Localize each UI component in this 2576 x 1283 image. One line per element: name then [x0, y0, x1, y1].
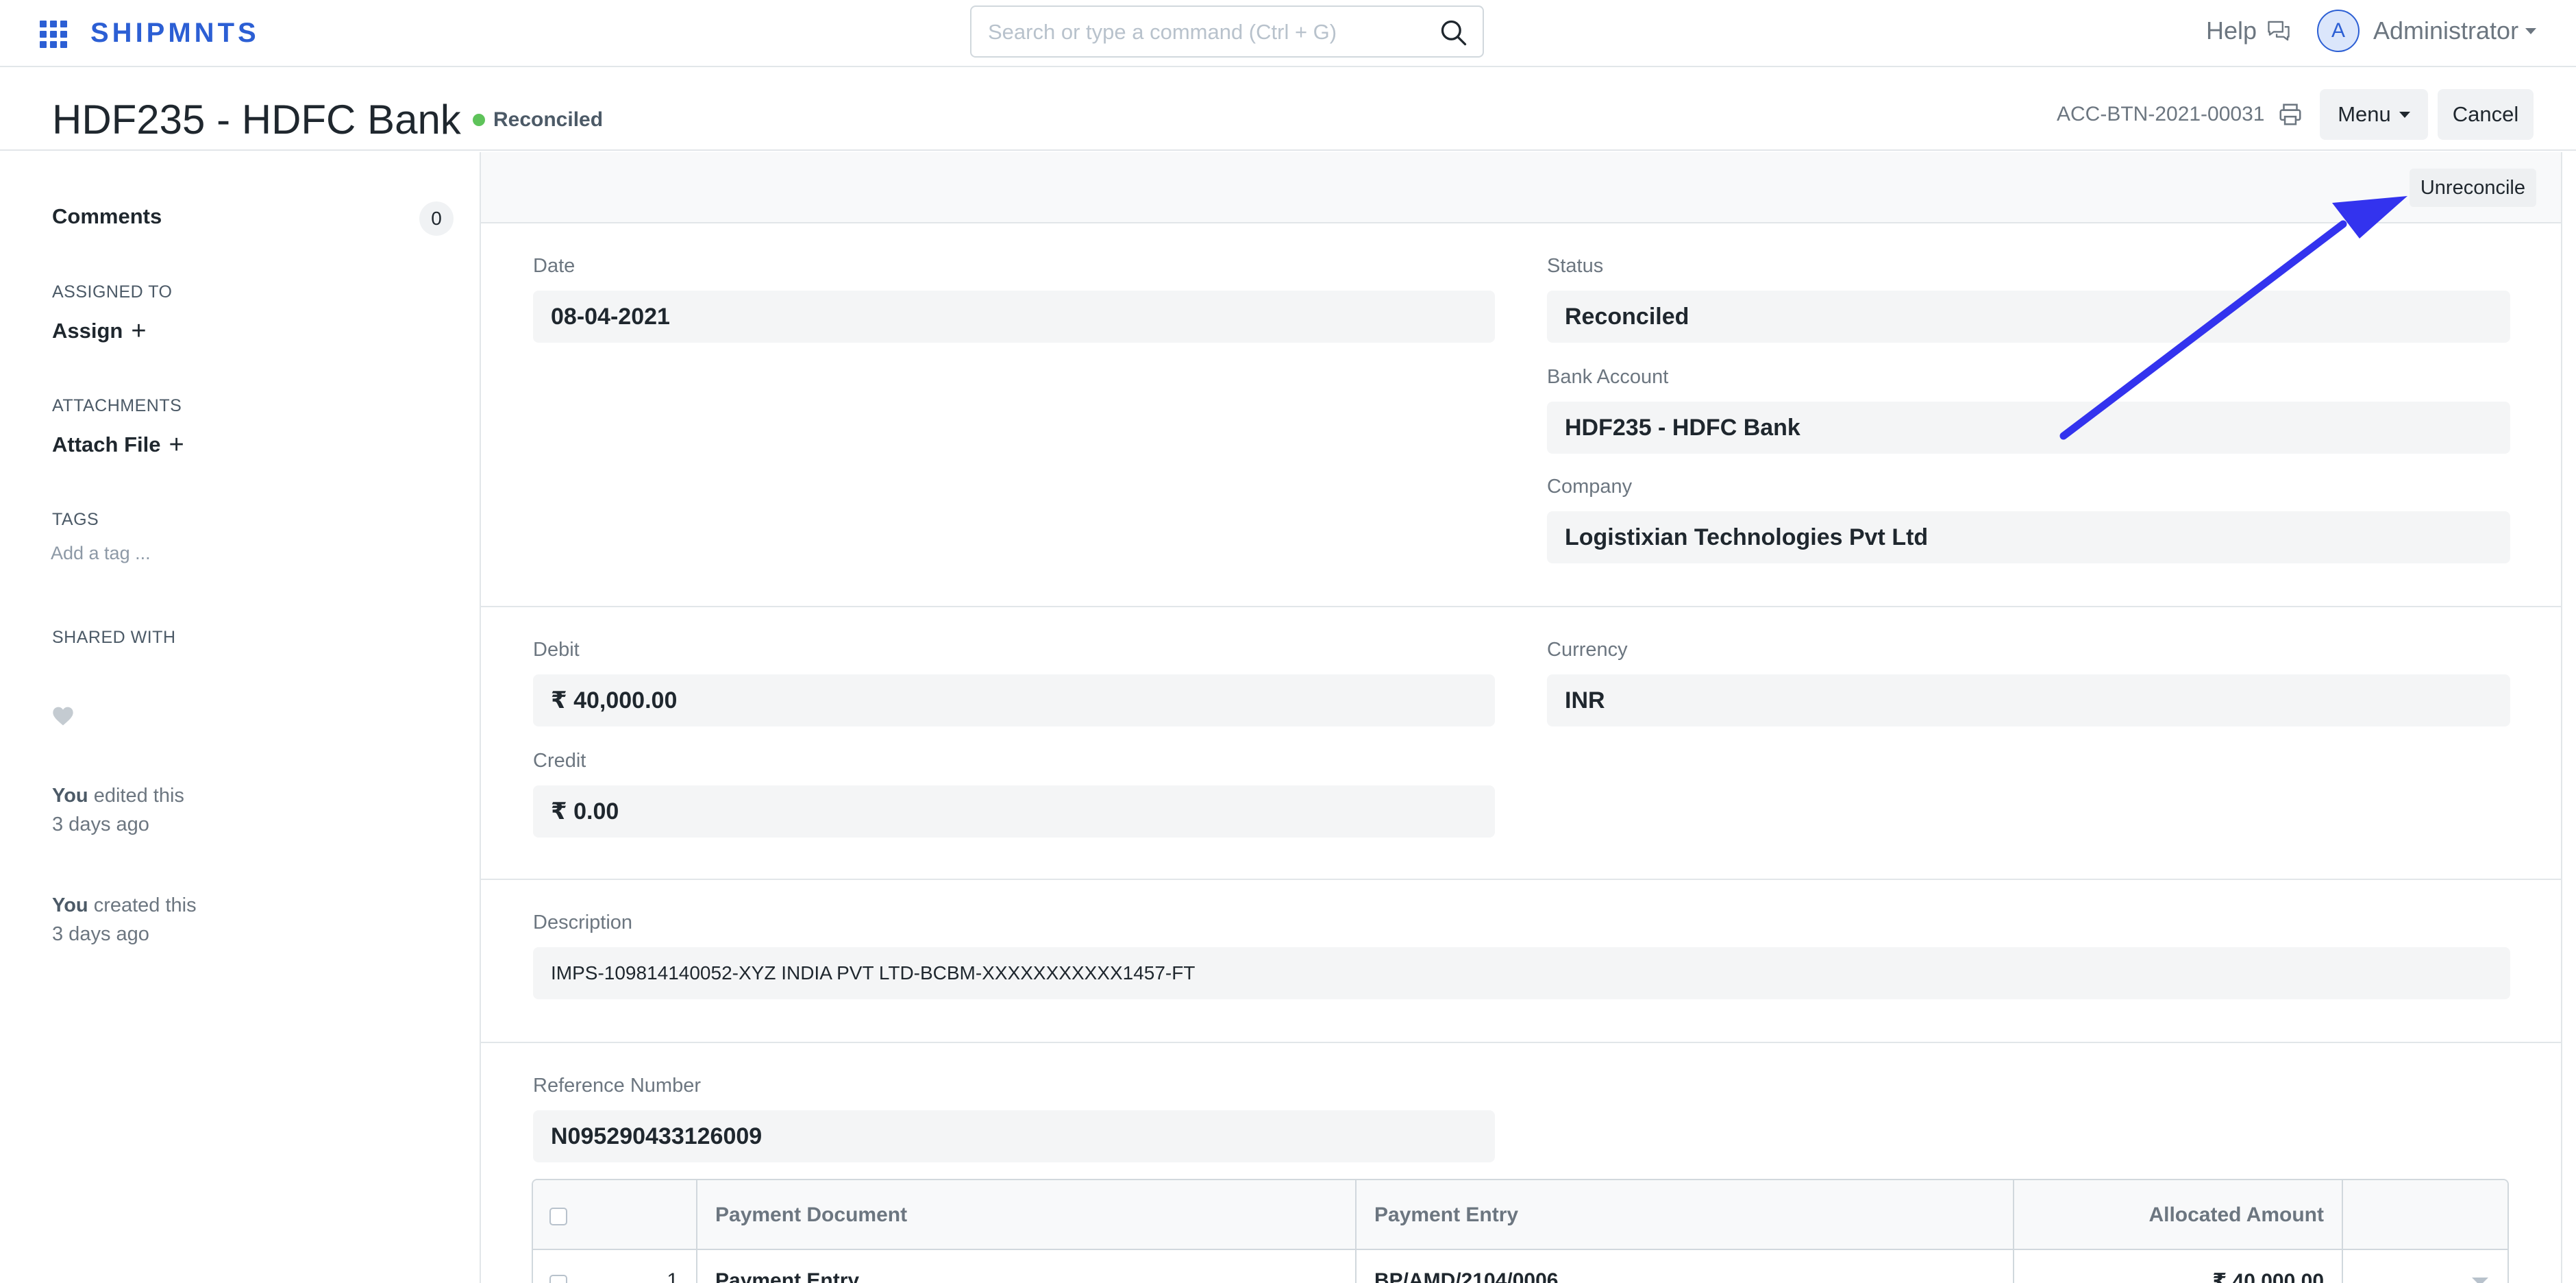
status-badge-label: Reconciled	[493, 108, 604, 131]
payment-entries-table: 1 Payment Document Payment Entry Payment…	[532, 1179, 2509, 1283]
assign-button[interactable]: Assign +	[52, 318, 147, 344]
date-label: Date	[533, 255, 575, 277]
form-sidebar: Comments 0 ASSIGNED TO Assign + ATTACHME…	[0, 152, 480, 1283]
bank-account-field[interactable]: HDF235 - HDFC Bank	[1547, 402, 2510, 454]
company-label: Company	[1547, 476, 1633, 498]
debit-label: Debit	[533, 639, 580, 661]
user-name: Administrator	[2373, 16, 2519, 45]
attachments-heading: ATTACHMENTS	[52, 396, 182, 415]
chat-bubbles-icon	[2268, 21, 2290, 41]
cancel-button[interactable]: Cancel	[2438, 89, 2534, 140]
shared-with-heading: SHARED WITH	[52, 628, 176, 647]
table-cell[interactable]: BP/AMD/2104/0006	[1374, 1269, 1558, 1283]
activity-item: You created this 3 days ago	[52, 894, 197, 945]
chevron-down-icon	[2525, 27, 2537, 34]
column-header[interactable]: Payment Document	[715, 1203, 907, 1227]
document-id: ACC-BTN-2021-00031	[2057, 103, 2265, 125]
credit-label: Credit	[533, 750, 586, 772]
menu-button[interactable]: Menu	[2320, 89, 2428, 140]
column-header[interactable]: Payment Entry	[1374, 1203, 1518, 1227]
debit-field[interactable]: ₹ 40,000.00	[533, 674, 1495, 726]
form-body: Unreconcile Date 08-04-2021 Status Recon…	[480, 152, 2562, 1283]
row-checkbox[interactable]	[549, 1275, 567, 1283]
status-label: Status	[1547, 255, 1604, 277]
user-dropdown[interactable]: Administrator	[2373, 16, 2537, 45]
page-title: HDF235 - HDFC Bank	[52, 97, 461, 143]
plus-icon: +	[131, 317, 147, 345]
section-divider	[481, 1042, 2561, 1043]
table-cell[interactable]: ₹ 40,000.00	[2212, 1269, 2324, 1283]
help-label: Help	[2206, 16, 2257, 45]
reference-number-label: Reference Number	[533, 1075, 701, 1097]
attach-file-label: Attach File	[52, 432, 161, 456]
column-header[interactable]: Allocated Amount	[2148, 1203, 2324, 1227]
activity-item: You edited this 3 days ago	[52, 785, 184, 835]
menu-button-label: Menu	[2338, 102, 2391, 126]
row-edit-icon[interactable]	[2470, 1276, 2490, 1283]
brand-logo[interactable]: SHIPMNTS	[90, 18, 260, 49]
comments-count-badge: 0	[419, 201, 454, 236]
tags-heading: TAGS	[52, 510, 99, 529]
description-field[interactable]: IMPS-109814140052-XYZ INDIA PVT LTD-BCBM…	[533, 947, 2510, 999]
date-field[interactable]: 08-04-2021	[533, 291, 1495, 343]
page-head: HDF235 - HDFC Bank Reconciled ACC-BTN-20…	[0, 69, 2576, 151]
plus-icon: +	[169, 430, 184, 459]
assigned-to-heading: ASSIGNED TO	[52, 282, 173, 302]
avatar[interactable]: A	[2317, 10, 2360, 52]
top-navbar: SHIPMNTS Help A Administrator	[0, 0, 2576, 67]
status-dot-icon	[473, 114, 485, 126]
awesomebar	[970, 5, 1484, 58]
table-col-allocated-amount: Allocated Amount ₹ 40,000.00	[2014, 1180, 2343, 1283]
apps-grid-icon[interactable]	[40, 21, 67, 48]
heart-icon[interactable]	[52, 706, 74, 726]
add-tag-input[interactable]: Add a tag ...	[51, 543, 151, 564]
table-cell[interactable]: Payment Entry	[715, 1269, 859, 1283]
table-col-actions	[2343, 1180, 2507, 1283]
section-divider	[481, 879, 2561, 880]
currency-field[interactable]: INR	[1547, 674, 2510, 726]
table-col-payment-entry: Payment Entry BP/AMD/2104/0006	[1357, 1180, 2014, 1283]
attach-file-button[interactable]: Attach File +	[52, 432, 184, 458]
chevron-down-icon	[2399, 111, 2410, 118]
description-label: Description	[533, 912, 633, 933]
table-col-payment-document: Payment Document Payment Entry	[697, 1180, 1357, 1283]
company-field[interactable]: Logistixian Technologies Pvt Ltd	[1547, 511, 2510, 563]
table-col-select: 1	[533, 1180, 697, 1283]
assign-label: Assign	[52, 319, 123, 343]
row-index: 1	[667, 1269, 678, 1283]
reference-number-field[interactable]: N095290433126009	[533, 1110, 1495, 1162]
currency-label: Currency	[1547, 639, 1628, 661]
search-icon[interactable]	[1439, 18, 1469, 48]
section-divider	[481, 606, 2561, 607]
bank-account-label: Bank Account	[1547, 366, 1669, 388]
status-field[interactable]: Reconciled	[1547, 291, 2510, 343]
unreconcile-button[interactable]: Unreconcile	[2409, 169, 2536, 207]
comments-link[interactable]: Comments	[52, 204, 162, 229]
form-toolbar: Unreconcile	[481, 152, 2561, 223]
select-all-checkbox[interactable]	[549, 1208, 567, 1225]
help-menu[interactable]: Help	[2206, 16, 2291, 45]
search-input[interactable]	[988, 16, 1426, 48]
credit-field[interactable]: ₹ 0.00	[533, 785, 1495, 838]
printer-icon[interactable]	[2277, 101, 2303, 127]
status-badge: Reconciled	[473, 108, 603, 132]
